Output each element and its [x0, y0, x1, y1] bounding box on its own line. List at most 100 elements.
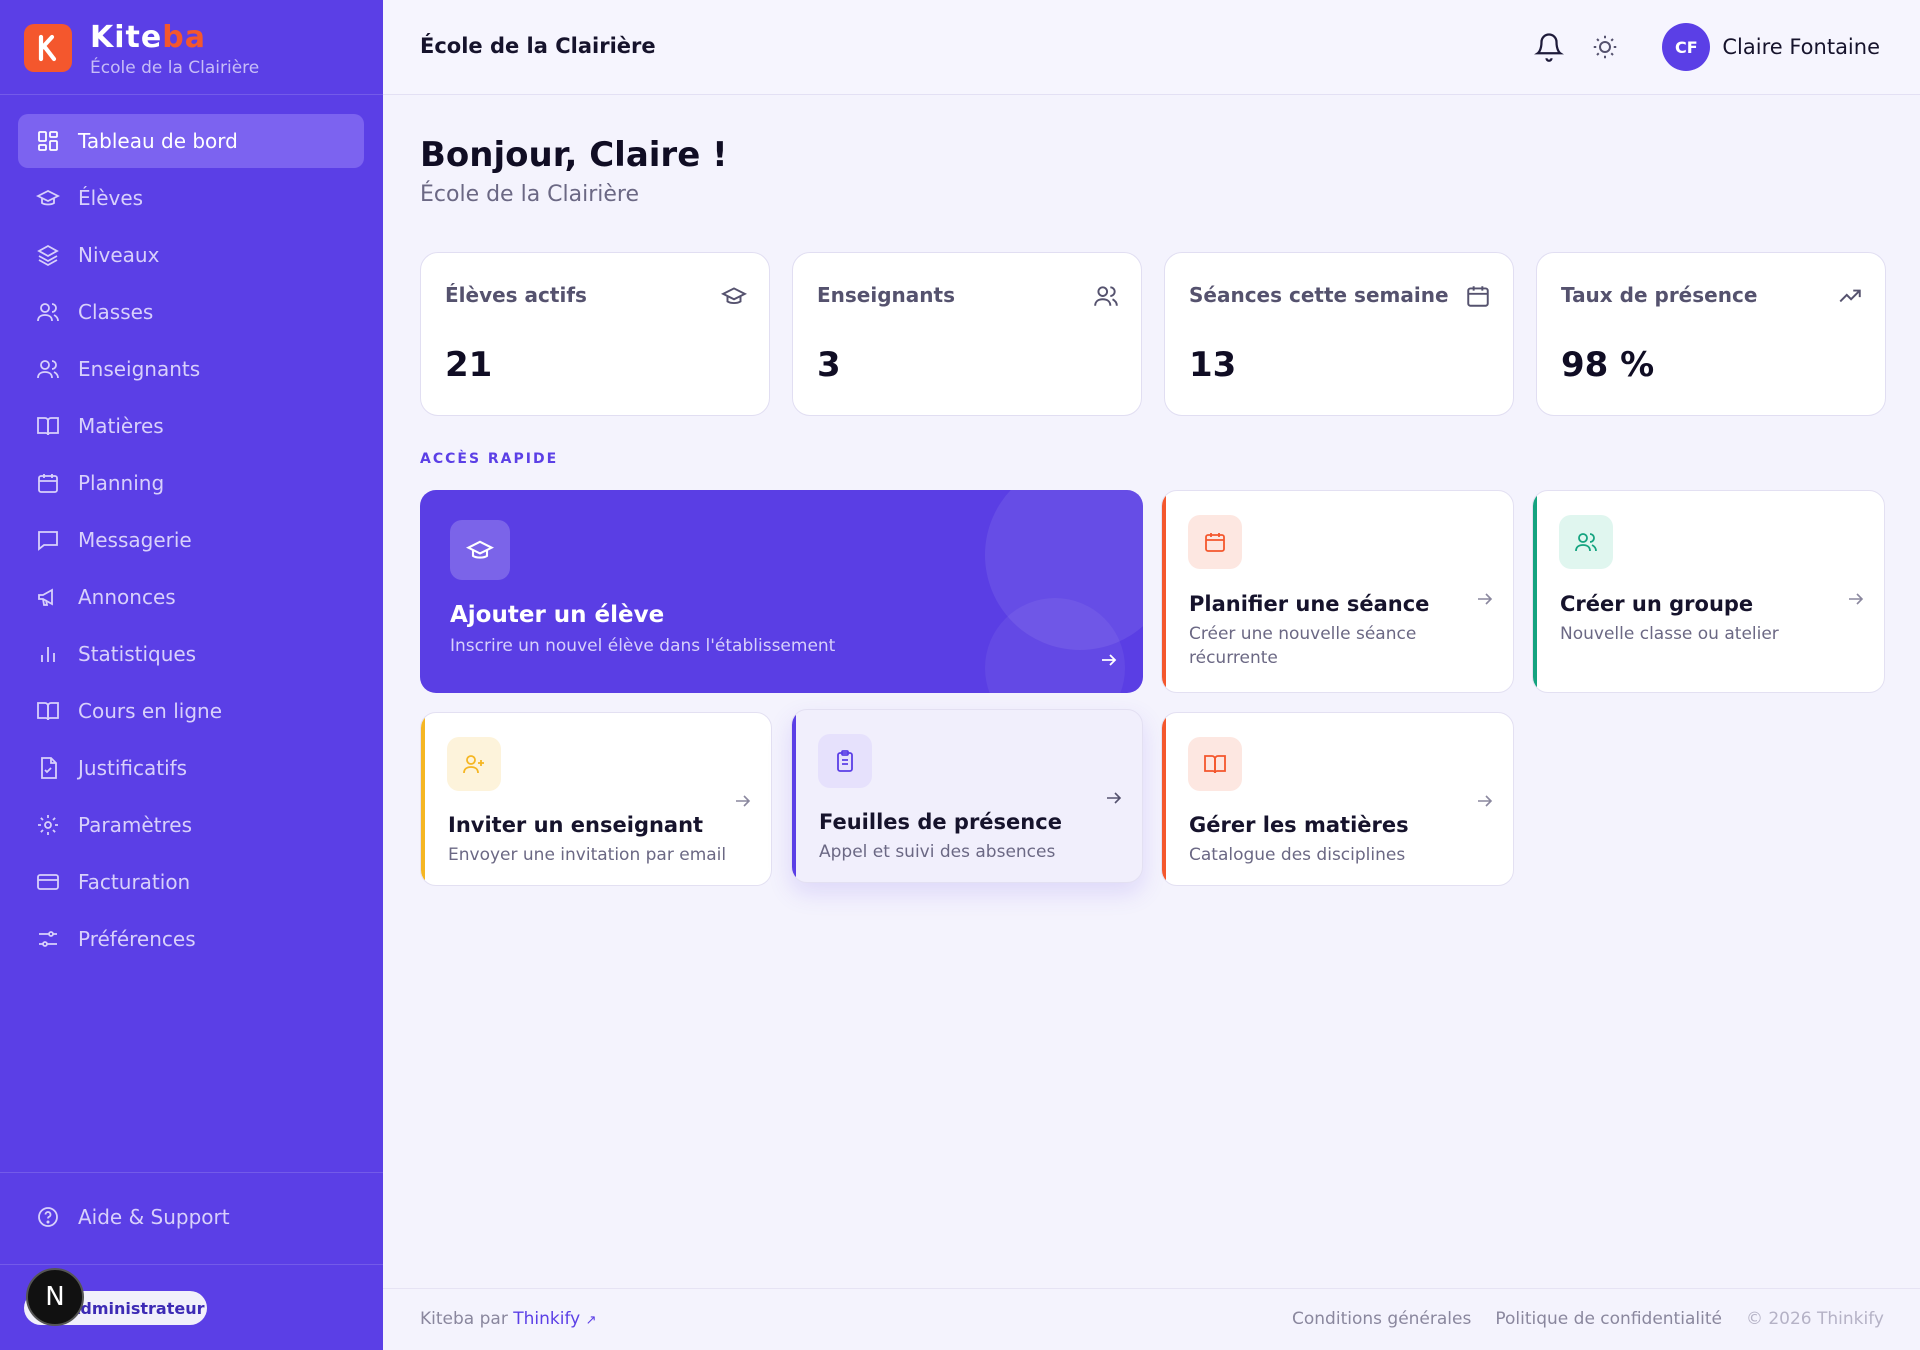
- sidebar-item-messagerie[interactable]: Messagerie: [18, 513, 364, 567]
- card-icon-box: [1559, 515, 1613, 569]
- sidebar-item-statistiques[interactable]: Statistiques: [18, 627, 364, 681]
- users-icon: [1093, 283, 1119, 309]
- sidebar-item-enseignants[interactable]: Enseignants: [18, 342, 364, 396]
- greeting-title: Bonjour, Claire !: [420, 135, 728, 175]
- card-description: Créer une nouvelle séance récurrente: [1189, 624, 1417, 668]
- stat-card-presence: Taux de présence 98 %: [1536, 252, 1886, 416]
- megaphone-icon: [36, 585, 60, 609]
- divider: [0, 94, 383, 95]
- card-description: Inscrire un nouvel élève dans l'établiss…: [450, 636, 836, 656]
- brand-name: Kiteba: [90, 20, 206, 55]
- quick-card-add-student[interactable]: Ajouter un élève Inscrire un nouvel élèv…: [420, 490, 1143, 693]
- sidebar-item-eleves[interactable]: Élèves: [18, 171, 364, 225]
- sidebar-item-label: Préférences: [78, 927, 196, 951]
- footer-credits: Kiteba par Thinkify ↗: [420, 1309, 597, 1329]
- user-name[interactable]: Claire Fontaine: [1722, 35, 1880, 59]
- sidebar-item-label: Classes: [78, 300, 154, 324]
- help-circle-icon: [36, 1205, 60, 1229]
- quick-card-create-group[interactable]: Créer un groupe Nouvelle classe ou ateli…: [1532, 490, 1885, 693]
- accent-bar: [1533, 491, 1537, 692]
- footer-links: Conditions générales Politique de confid…: [1268, 1309, 1884, 1329]
- stat-label: Séances cette semaine: [1189, 283, 1449, 307]
- card-title: Inviter un enseignant: [448, 813, 704, 837]
- card-title: Gérer les matières: [1189, 813, 1409, 837]
- arrow-right-icon: [1475, 589, 1495, 609]
- card-icon-box: [450, 520, 510, 580]
- sidebar-item-label: Tableau de bord: [78, 129, 238, 153]
- sidebar-item-help[interactable]: Aide & Support: [18, 1190, 364, 1244]
- quick-card-manage-subjects[interactable]: Gérer les matières Catalogue des discipl…: [1161, 712, 1514, 886]
- sidebar-item-justificatifs[interactable]: Justificatifs: [18, 741, 364, 795]
- dev-indicator-badge[interactable]: N: [26, 1268, 84, 1326]
- sidebar-item-classes[interactable]: Classes: [18, 285, 364, 339]
- notification-bell-icon[interactable]: [1534, 32, 1565, 62]
- stat-label: Enseignants: [817, 283, 955, 307]
- divider: [0, 1172, 383, 1173]
- clipboard-icon: [837, 750, 853, 772]
- quick-card-plan-session[interactable]: Planifier une séance Créer une nouvelle …: [1161, 490, 1514, 693]
- theme-toggle-sun-icon[interactable]: [1590, 32, 1620, 62]
- card-description: Appel et suivi des absences: [819, 842, 1056, 862]
- users-icon: [36, 300, 60, 324]
- bar-chart-icon: [36, 642, 60, 666]
- sidebar-item-facturation[interactable]: Facturation: [18, 855, 364, 909]
- avatar[interactable]: CF: [1662, 23, 1711, 71]
- quick-card-invite-teacher[interactable]: Inviter un enseignant Envoyer une invita…: [420, 712, 772, 886]
- stat-card-eleves: Élèves actifs 21: [420, 252, 770, 416]
- sidebar-item-label: Paramètres: [78, 813, 193, 837]
- accent-bar: [421, 713, 425, 885]
- sidebar-item-cours-en-ligne[interactable]: Cours en ligne: [18, 684, 364, 738]
- help-section: Aide & Support: [18, 1190, 364, 1247]
- footer-prefix: Kiteba par: [420, 1309, 508, 1329]
- quick-card-attendance-sheets[interactable]: Feuilles de présence Appel et suivi des …: [791, 709, 1143, 883]
- sidebar-item-matieres[interactable]: Matières: [18, 399, 364, 453]
- stat-value: 98 %: [1561, 345, 1655, 385]
- sidebar-nav: Tableau de bord Élèves Niveaux Classes E…: [18, 114, 364, 969]
- sidebar-item-label: Matières: [78, 414, 164, 438]
- sidebar-item-dashboard[interactable]: Tableau de bord: [18, 114, 364, 168]
- sidebar-item-label: Facturation: [78, 870, 191, 894]
- privacy-link[interactable]: Politique de confidentialité: [1495, 1309, 1722, 1329]
- sliders-icon: [36, 927, 60, 951]
- terms-link[interactable]: Conditions générales: [1292, 1309, 1471, 1329]
- stat-value: 21: [445, 345, 493, 385]
- brand-name-part2: ba: [162, 20, 206, 55]
- card-title: Feuilles de présence: [819, 810, 1062, 834]
- message-icon: [36, 528, 60, 552]
- page-school-title: École de la Clairière: [420, 34, 656, 58]
- top-bar: École de la Clairière CF Claire Fontaine: [383, 0, 1920, 95]
- layers-icon: [36, 243, 60, 267]
- thinkify-link[interactable]: Thinkify: [513, 1309, 580, 1329]
- sidebar-item-label: Niveaux: [78, 243, 160, 267]
- accent-bar: [1162, 491, 1166, 692]
- external-link-icon: ↗: [585, 1313, 597, 1328]
- sidebar-item-annonces[interactable]: Annonces: [18, 570, 364, 624]
- card-icon-box: [1188, 737, 1242, 791]
- sidebar-item-planning[interactable]: Planning: [18, 456, 364, 510]
- sidebar-item-preferences[interactable]: Préférences: [18, 912, 364, 966]
- arrow-right-icon: [733, 791, 753, 811]
- gear-icon: [36, 813, 60, 837]
- card-description: Nouvelle classe ou atelier: [1560, 624, 1779, 644]
- footer: Kiteba par Thinkify ↗ Conditions général…: [383, 1288, 1920, 1350]
- sidebar-item-label: Planning: [78, 471, 165, 495]
- brand-name-part1: Kite: [90, 20, 163, 55]
- book-open-icon: [36, 414, 60, 438]
- card-title: Créer un groupe: [1560, 592, 1754, 616]
- stat-label: Élèves actifs: [445, 283, 587, 307]
- graduation-cap-icon: [720, 283, 748, 309]
- card-description: Catalogue des disciplines: [1189, 845, 1406, 865]
- graduation-cap-icon: [36, 186, 60, 210]
- stat-value: 13: [1189, 345, 1237, 385]
- graduation-cap-icon: [466, 540, 494, 559]
- book-open-icon: [1204, 755, 1226, 774]
- accent-bar: [792, 710, 796, 882]
- arrow-right-icon: [1475, 791, 1495, 811]
- sidebar-item-parametres[interactable]: Paramètres: [18, 798, 364, 852]
- sidebar-item-niveaux[interactable]: Niveaux: [18, 228, 364, 282]
- users-icon: [36, 357, 60, 381]
- divider: [0, 1264, 383, 1265]
- file-check-icon: [36, 756, 60, 780]
- sidebar-item-label: Cours en ligne: [78, 699, 223, 723]
- user-plus-icon: [463, 755, 484, 774]
